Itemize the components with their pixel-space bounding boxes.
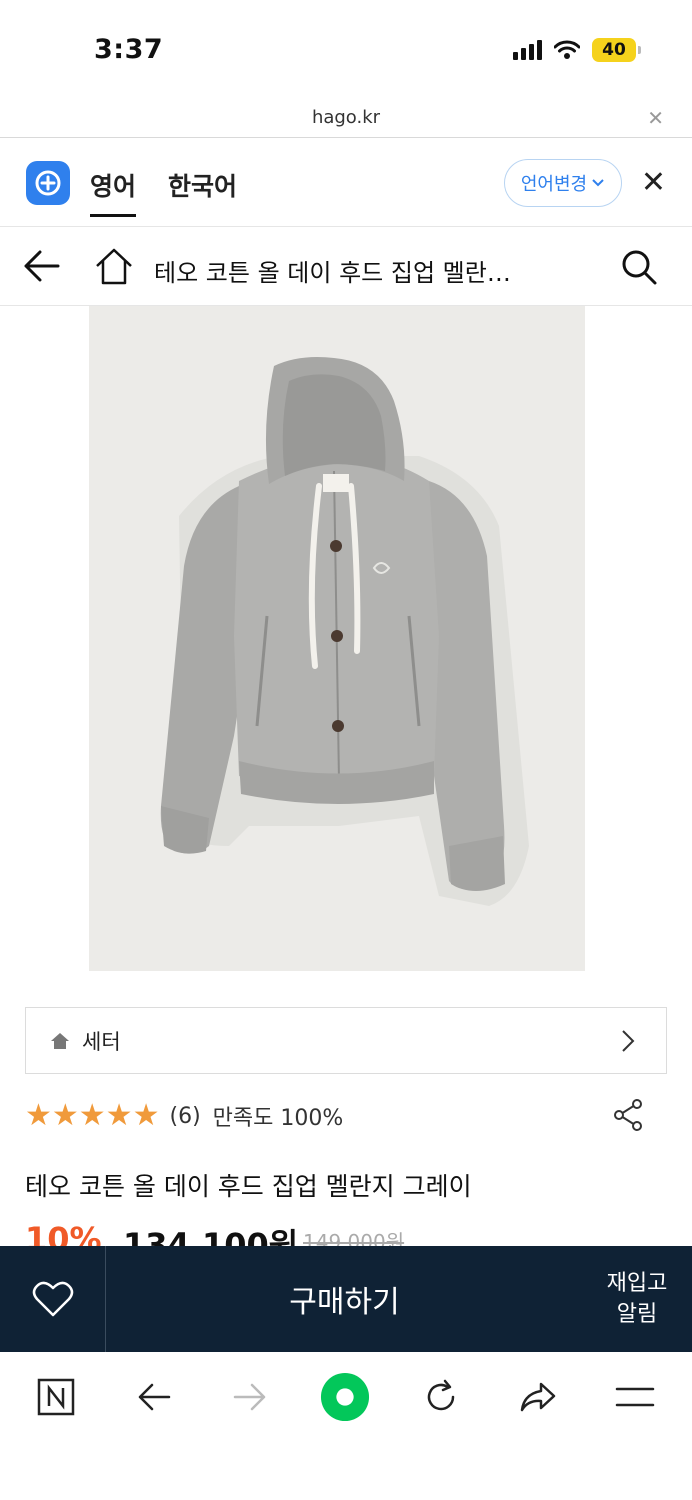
- rating-row[interactable]: ★★★★★ (6) 만족도 100%: [25, 1098, 667, 1134]
- chevron-down-icon: [592, 179, 604, 187]
- share-page-button[interactable]: [513, 1372, 563, 1422]
- naver-n-icon: [37, 1378, 75, 1416]
- url-close-icon[interactable]: ✕: [647, 106, 664, 130]
- browser-back-button[interactable]: [129, 1372, 179, 1422]
- product-name: 테오 코튼 올 데이 후드 집업 멜란지 그레이: [25, 1172, 472, 1201]
- page-header: 테오 코튼 올 데이 후드 집업 멜란…: [0, 228, 692, 306]
- tab-korean[interactable]: 한국어: [168, 167, 237, 203]
- restock-label-line1: 재입고: [606, 1271, 668, 1296]
- translate-close-icon[interactable]: ✕: [641, 165, 666, 200]
- purchase-bar: 구매하기 재입고 알림: [0, 1246, 692, 1352]
- refresh-icon: [427, 1379, 455, 1411]
- home-icon: [96, 248, 132, 285]
- naver-home-button[interactable]: [31, 1372, 81, 1422]
- discount-rate: 10%: [25, 1220, 102, 1248]
- status-time: 3:37: [94, 34, 164, 65]
- green-dot-button[interactable]: [320, 1372, 370, 1422]
- translator-logo-icon: [26, 161, 70, 205]
- price-row: 10% 134,100원 149,000원: [25, 1218, 685, 1248]
- rating-stars-glyphs: ★★★★★: [25, 1098, 160, 1133]
- arrow-left-icon: [138, 1383, 171, 1411]
- review-count: (6): [169, 1103, 201, 1129]
- url-text: hago.kr: [311, 107, 381, 128]
- cellular-signal-icon: [513, 40, 542, 60]
- share-arrow-icon: [520, 1382, 556, 1412]
- tab-english[interactable]: 영어: [90, 167, 137, 217]
- green-dot-icon: [320, 1372, 370, 1422]
- page-title: 테오 코튼 올 데이 후드 집업 멜란…: [154, 259, 511, 287]
- browser-forward-button[interactable]: [225, 1372, 275, 1422]
- arrow-left-icon: [24, 250, 60, 282]
- original-price: 149,000원: [303, 1230, 405, 1248]
- wishlist-button[interactable]: [0, 1246, 106, 1352]
- status-icons: 40: [513, 38, 641, 62]
- search-button[interactable]: [620, 248, 658, 290]
- share-icon: [614, 1099, 642, 1131]
- satisfaction-rate: 만족도 100%: [212, 1106, 344, 1131]
- menu-icon: [615, 1387, 655, 1407]
- wifi-icon: [554, 40, 580, 59]
- category-label: 세터: [82, 1029, 121, 1054]
- menu-button[interactable]: [610, 1372, 660, 1422]
- home-button[interactable]: [94, 246, 134, 290]
- change-language-button[interactable]: 언어변경: [504, 159, 622, 207]
- change-language-label: 언어변경: [520, 174, 588, 195]
- search-icon: [622, 250, 657, 285]
- translate-bar: 영어 한국어 언어변경 ✕: [0, 139, 692, 227]
- product-image[interactable]: [89, 306, 585, 971]
- chevron-right-icon: [622, 1030, 635, 1052]
- share-button[interactable]: [611, 1098, 645, 1136]
- arrow-right-icon: [233, 1383, 266, 1411]
- sale-price: 134,100원: [123, 1226, 299, 1248]
- browser-toolbar: [0, 1352, 692, 1442]
- status-bar: 3:37 40: [0, 0, 692, 100]
- refresh-button[interactable]: [416, 1372, 466, 1422]
- battery-icon: 40: [592, 38, 641, 62]
- rating-stars: ★★★★★: [25, 1101, 159, 1131]
- buy-button[interactable]: 구매하기: [107, 1246, 582, 1352]
- category-breadcrumb[interactable]: 세터: [25, 1007, 667, 1074]
- restock-label-line2: 알림: [616, 1302, 658, 1327]
- url-bar[interactable]: hago.kr ✕: [0, 100, 692, 138]
- restock-alert-button[interactable]: 재입고 알림: [582, 1246, 692, 1352]
- back-button[interactable]: [22, 248, 62, 288]
- home-icon: [51, 1032, 69, 1049]
- heart-icon: [32, 1281, 73, 1317]
